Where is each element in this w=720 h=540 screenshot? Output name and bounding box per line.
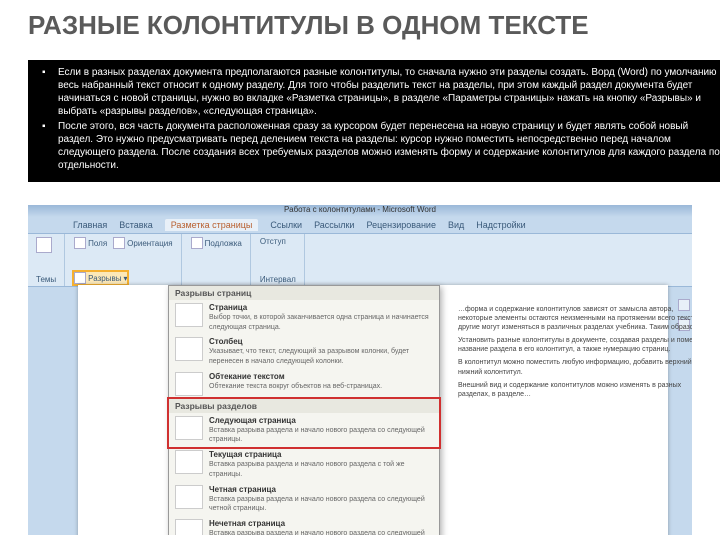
tab-insert[interactable]: Вставка [119, 220, 152, 230]
tab-mailings[interactable]: Рассылки [314, 220, 354, 230]
content-box: Если в разных разделах документа предпол… [28, 60, 720, 182]
dropdown-item-next-page[interactable]: Следующая страницаВставка разрыва раздел… [169, 413, 439, 447]
dropdown-item-continuous[interactable]: Текущая страницаВставка разрыва раздела … [169, 447, 439, 481]
doc-paragraph: …форма и содержание колонтитулов зависят… [458, 305, 692, 332]
breaks-icon [74, 272, 86, 284]
indent-label: Отступ [260, 237, 296, 246]
bullet-1: Если в разных разделах документа предпол… [58, 66, 720, 118]
margins-button[interactable]: Поля [74, 237, 107, 249]
breaks-dropdown: Разрывы страниц СтраницаВыбор точки, в к… [168, 285, 440, 535]
doc-paragraph: Установить разные колонтитулы в документ… [458, 336, 692, 354]
column-break-icon [175, 337, 203, 361]
ribbon-body: Темы Поля Ориентация Разрывы ▾ Подложка … [28, 233, 692, 287]
next-page-icon [175, 416, 203, 440]
ribbon-tabs: Главная Вставка Разметка страницы Ссылки… [28, 217, 692, 233]
textwrap-break-icon [175, 372, 203, 396]
dropdown-item-even-page[interactable]: Четная страницаВставка разрыва раздела и… [169, 482, 439, 516]
dropdown-item-textwrap[interactable]: Обтекание текстомОбтекание текста вокруг… [169, 369, 439, 399]
bullet-2: После этого, вся часть документа располо… [58, 120, 720, 172]
tab-page-layout[interactable]: Разметка страницы [165, 219, 259, 231]
doc-paragraph: Внешний вид и содержание колонтитулов мо… [458, 381, 692, 399]
dropdown-item-column[interactable]: СтолбецУказывает, что текст, следующий з… [169, 334, 439, 368]
themes-label: Темы [36, 275, 56, 284]
word-screenshot: Работа с колонтитулами - Microsoft Word … [28, 205, 692, 535]
group-page-bg: Подложка [183, 234, 251, 286]
breaks-button[interactable]: Разрывы ▾ [74, 272, 127, 284]
dropdown-header-page-breaks: Разрывы страниц [169, 286, 439, 300]
tab-view[interactable]: Вид [448, 220, 464, 230]
dropdown-item-page[interactable]: СтраницаВыбор точки, в которой заканчива… [169, 300, 439, 334]
tab-addins[interactable]: Надстройки [476, 220, 525, 230]
group-page-setup: Поля Ориентация Разрывы ▾ [66, 234, 181, 286]
document-text: …форма и содержание колонтитулов зависят… [458, 305, 692, 403]
margins-icon [74, 237, 86, 249]
window-titlebar: Работа с колонтитулами - Microsoft Word [28, 205, 692, 217]
continuous-icon [175, 450, 203, 474]
page-break-icon [175, 303, 203, 327]
tab-references[interactable]: Ссылки [270, 220, 302, 230]
watermark-icon [191, 237, 203, 249]
themes-icon[interactable] [36, 237, 52, 253]
orientation-icon [113, 237, 125, 249]
slide-title: РАЗНЫЕ КОЛОНТИТУЛЫ В ОДНОМ ТЕКСТЕ [28, 10, 589, 41]
doc-paragraph: В колонтитул можно поместить любую инфор… [458, 358, 692, 376]
dropdown-item-odd-page[interactable]: Нечетная страницаВставка разрыва раздела… [169, 516, 439, 535]
odd-page-icon [175, 519, 203, 535]
watermark-button[interactable]: Подложка [191, 237, 242, 249]
group-paragraph: Отступ Интервал [252, 234, 305, 286]
dropdown-header-section-breaks: Разрывы разделов [169, 399, 439, 413]
orientation-button[interactable]: Ориентация [113, 237, 172, 249]
group-themes: Темы [28, 234, 65, 286]
tab-home[interactable]: Главная [73, 220, 107, 230]
spacing-label: Интервал [260, 275, 296, 284]
tab-review[interactable]: Рецензирование [366, 220, 436, 230]
even-page-icon [175, 485, 203, 509]
